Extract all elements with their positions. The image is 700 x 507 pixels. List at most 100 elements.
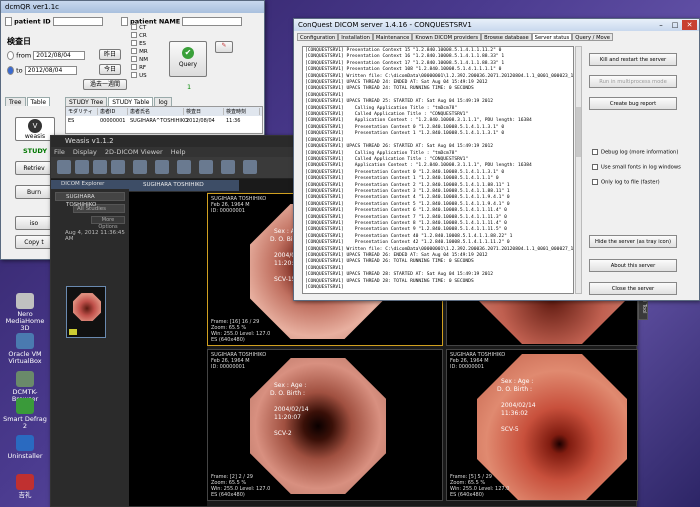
table-cell: 00000001 bbox=[100, 118, 126, 124]
desktop-icon[interactable]: Smart Defrag 2 bbox=[2, 398, 48, 430]
rotate-icon[interactable] bbox=[221, 160, 235, 174]
layout-icon[interactable] bbox=[111, 160, 125, 174]
column-header[interactable]: 患者ID bbox=[98, 108, 128, 115]
modality-checkbox[interactable]: CT bbox=[131, 23, 146, 31]
retrieve-button[interactable]: Retriev bbox=[15, 161, 53, 175]
tab-study-tree[interactable]: STUDY Tree bbox=[65, 97, 108, 106]
app-icon bbox=[16, 333, 34, 349]
close-icon[interactable]: ✕ bbox=[682, 20, 697, 30]
one-week-button[interactable]: 過去一週間 bbox=[83, 79, 127, 90]
menu-item[interactable]: Help bbox=[171, 148, 186, 156]
menu-item[interactable]: File bbox=[54, 148, 65, 156]
zoom-icon[interactable] bbox=[155, 160, 169, 174]
table-row[interactable]: ES 00000001 SUGIHARA^TOSHIHIKO2012/08/04 11… bbox=[66, 116, 262, 126]
patient-name-checkbox[interactable] bbox=[121, 17, 128, 26]
tab-known-dicom-providers[interactable]: Known DICOM providers bbox=[412, 33, 482, 41]
image-viewport[interactable]: SUGIHARA TOSHIHIKO Feb 26, 1964 M ID: 0000… bbox=[207, 349, 443, 501]
endoscopy-image bbox=[250, 358, 386, 494]
overlay-date: 2004/02/14 bbox=[501, 402, 536, 409]
patient-id-input[interactable] bbox=[52, 17, 103, 26]
viewer-tab[interactable]: SUGIHARA TOSHIHIKO bbox=[129, 180, 239, 191]
server-button[interactable]: About this server bbox=[589, 259, 677, 272]
tab-table[interactable]: Table bbox=[26, 97, 51, 106]
desktop-icon-label: Oracle VM VirtualBox bbox=[8, 350, 42, 365]
column-header[interactable]: モダリティ bbox=[66, 108, 98, 115]
copy-button[interactable]: Copy t bbox=[15, 235, 53, 249]
image-viewport[interactable]: SUGIHARA TOSHIHIKO Feb 26, 1964 M ID: 0000… bbox=[446, 349, 638, 501]
query-button[interactable]: ✔ Query bbox=[169, 41, 207, 77]
window-level-icon[interactable] bbox=[177, 160, 191, 174]
tab-browse-database[interactable]: Browse database bbox=[481, 33, 532, 41]
weasis-button[interactable]: Vweasis bbox=[15, 117, 55, 141]
option-checkbox[interactable]: Use small fonts in log windows bbox=[592, 164, 681, 171]
column-header[interactable]: 検査日 bbox=[184, 108, 224, 115]
patient-name-input[interactable] bbox=[182, 17, 243, 26]
modality-checkbox[interactable]: MR bbox=[131, 47, 148, 55]
open-icon[interactable] bbox=[57, 160, 71, 174]
measure-icon[interactable] bbox=[199, 160, 213, 174]
overlay-time: 11:20:07 bbox=[274, 414, 301, 421]
tab-query-move[interactable]: Query / Move bbox=[572, 33, 613, 41]
column-header[interactable]: 患者氏名 bbox=[128, 108, 184, 115]
tab-study-table[interactable]: STUDY Table bbox=[108, 97, 154, 106]
modality-checkbox[interactable]: NM bbox=[131, 55, 148, 63]
tab-log[interactable]: log bbox=[154, 97, 172, 106]
tab-tree[interactable]: Tree bbox=[5, 97, 26, 106]
patient-id-checkbox[interactable] bbox=[5, 17, 12, 26]
server-button[interactable]: Kill and restart the server bbox=[589, 53, 677, 66]
burn-button[interactable]: Burn bbox=[15, 185, 53, 199]
print-icon[interactable] bbox=[93, 160, 107, 174]
desktop-icon[interactable]: Oracle VM VirtualBox bbox=[2, 333, 48, 365]
iso-button[interactable]: iso bbox=[15, 216, 53, 230]
server-button[interactable]: Run in multiprocess mode bbox=[589, 75, 677, 88]
patient-select[interactable]: SUGIHARA TOSHIHIKO bbox=[55, 192, 125, 208]
menu-item[interactable]: Display bbox=[73, 148, 97, 156]
server-button[interactable]: Hide the server (as tray icon) bbox=[589, 235, 677, 248]
yesterday-button[interactable]: 昨日 bbox=[99, 49, 121, 60]
desktop-icon[interactable]: 吉礼 bbox=[2, 474, 48, 499]
modality-checkbox[interactable]: CR bbox=[131, 31, 147, 39]
option-checkbox[interactable]: Only log to file (faster) bbox=[592, 179, 660, 186]
studies-select[interactable]: All Studies bbox=[73, 204, 125, 213]
pan-icon[interactable] bbox=[133, 160, 147, 174]
tab-server-status[interactable]: Server status bbox=[531, 33, 573, 41]
overlay-scope-label: SCV-5 bbox=[501, 426, 519, 433]
desktop-icon[interactable]: Uninstaller bbox=[2, 435, 48, 460]
server-button[interactable]: Create bug report bbox=[589, 97, 677, 110]
overlay-patient-id: ID: 00000001 bbox=[211, 364, 246, 370]
from-radio[interactable] bbox=[7, 51, 14, 60]
edit-button[interactable]: ✎ bbox=[215, 41, 233, 53]
server-log[interactable]: [CONQUESTSRV1] Presentation Context 15 "… bbox=[302, 46, 574, 294]
to-date-input[interactable]: 2012/08/04 bbox=[24, 66, 77, 75]
log-scrollbar[interactable] bbox=[575, 46, 582, 294]
more-options-button[interactable]: More Options bbox=[91, 216, 125, 230]
option-checkbox[interactable]: Debug log (more information) bbox=[592, 149, 678, 156]
to-radio[interactable] bbox=[7, 66, 14, 75]
maximize-icon[interactable]: □ bbox=[669, 20, 681, 30]
overlay-size: ES (640x480) bbox=[450, 492, 484, 498]
menu-item[interactable]: 2D-DICOM Viewer bbox=[105, 148, 163, 156]
result-count: 1 bbox=[187, 83, 192, 91]
server-button[interactable]: Close the server bbox=[589, 282, 677, 295]
from-date-input[interactable]: 2012/08/04 bbox=[33, 51, 86, 60]
column-header[interactable]: 検査時刻 bbox=[224, 108, 260, 115]
tab-maintenance[interactable]: Maintenance bbox=[372, 33, 413, 41]
overlay-sex-age: Sex : Age : bbox=[501, 378, 534, 385]
modality-checkbox[interactable]: US bbox=[131, 71, 147, 79]
from-label: from bbox=[16, 51, 32, 60]
dcmqr-titlebar[interactable]: dcmQR ver1.1c bbox=[1, 1, 264, 13]
today-button[interactable]: 今日 bbox=[99, 64, 121, 75]
tab-installation[interactable]: Installation bbox=[338, 33, 373, 41]
desktop-icon[interactable]: Nero MediaHome 3D bbox=[2, 293, 48, 332]
import-icon[interactable] bbox=[75, 160, 89, 174]
desktop-icon-label: Uninstaller bbox=[7, 452, 43, 460]
modality-checkbox[interactable]: RF bbox=[131, 63, 146, 71]
conquest-titlebar[interactable]: ConQuest DICOM server 1.4.16 - CONQUESTS… bbox=[294, 19, 699, 31]
overlay-size: ES (640x480) bbox=[211, 492, 245, 498]
explorer-tab[interactable]: DICOM Explorer bbox=[51, 180, 129, 189]
tab-configuration[interactable]: Configuration bbox=[297, 33, 339, 41]
reset-icon[interactable] bbox=[243, 160, 257, 174]
modality-checkbox[interactable]: ES bbox=[131, 39, 146, 47]
minimize-icon[interactable]: – bbox=[655, 20, 667, 30]
series-thumbnail[interactable] bbox=[66, 286, 106, 338]
